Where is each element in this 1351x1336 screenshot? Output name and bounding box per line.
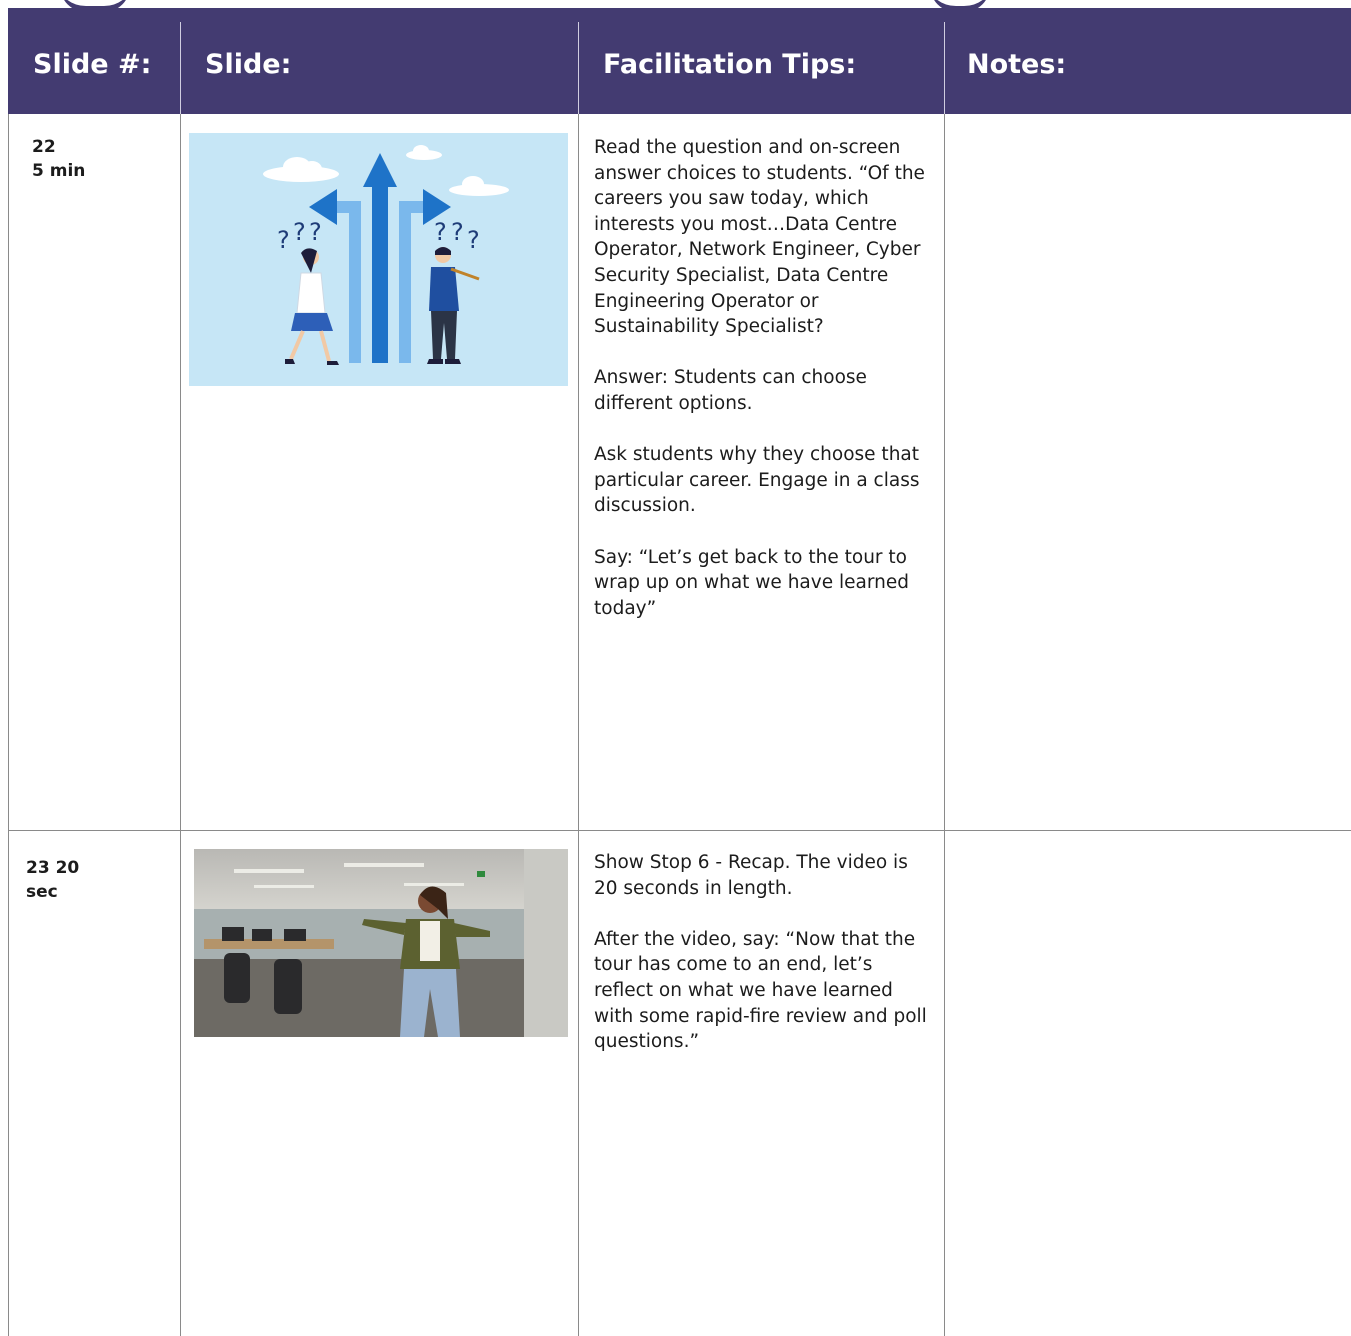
header-notes: Notes:: [967, 49, 1067, 80]
table-border-left: [8, 114, 9, 1336]
header-divider: [944, 22, 945, 114]
svg-text:?: ?: [277, 226, 290, 254]
slide-number-cell: 23 20 sec: [26, 858, 80, 902]
tip-paragraph: Answer: Students can choose different op…: [594, 367, 867, 414]
tip-paragraph: Show Stop 6 - Recap. The video is 20 sec…: [594, 852, 908, 899]
header-slide: Slide:: [205, 49, 292, 80]
svg-text:?: ?: [309, 218, 322, 246]
slide-thumbnail-video-recap: [194, 849, 568, 1037]
row-divider: [8, 830, 1351, 831]
header-divider: [578, 22, 579, 114]
header-facilitation-tips: Facilitation Tips:: [603, 49, 857, 80]
office-tour-video-still: [194, 849, 568, 1037]
column-divider: [944, 114, 945, 1336]
tip-paragraph: Read the question and on-screen answer c…: [594, 137, 925, 338]
svg-text:?: ?: [451, 218, 464, 246]
cropped-glyph: [930, 0, 990, 8]
slide-number-cell: 22 5 min: [32, 137, 86, 181]
column-divider: [578, 114, 579, 1336]
table-header: Slide #: Slide: Facilitation Tips: Notes…: [8, 8, 1351, 114]
header-slide-number: Slide #:: [33, 49, 152, 80]
tip-paragraph: Ask students why they choose that partic…: [594, 444, 920, 517]
svg-text:?: ?: [293, 218, 306, 246]
facilitation-tips-cell: Read the question and on-screen answer c…: [594, 135, 942, 647]
cropped-title-strip: [0, 0, 1351, 8]
header-divider: [180, 22, 181, 114]
cropped-glyph: [60, 0, 130, 8]
svg-text:?: ?: [467, 226, 480, 254]
column-divider: [180, 114, 181, 1336]
slide-thumbnail-career-choice: ? ? ? ? ? ?: [189, 133, 568, 386]
svg-text:?: ?: [434, 218, 447, 246]
career-crossroads-illustration: ? ? ? ? ? ?: [189, 133, 568, 386]
facilitation-tips-cell: Show Stop 6 - Recap. The video is 20 sec…: [594, 850, 934, 1080]
tip-paragraph: Say: “Let’s get back to the tour to wrap…: [594, 546, 909, 619]
tip-paragraph: After the video, say: “Now that the tour…: [594, 928, 927, 1053]
